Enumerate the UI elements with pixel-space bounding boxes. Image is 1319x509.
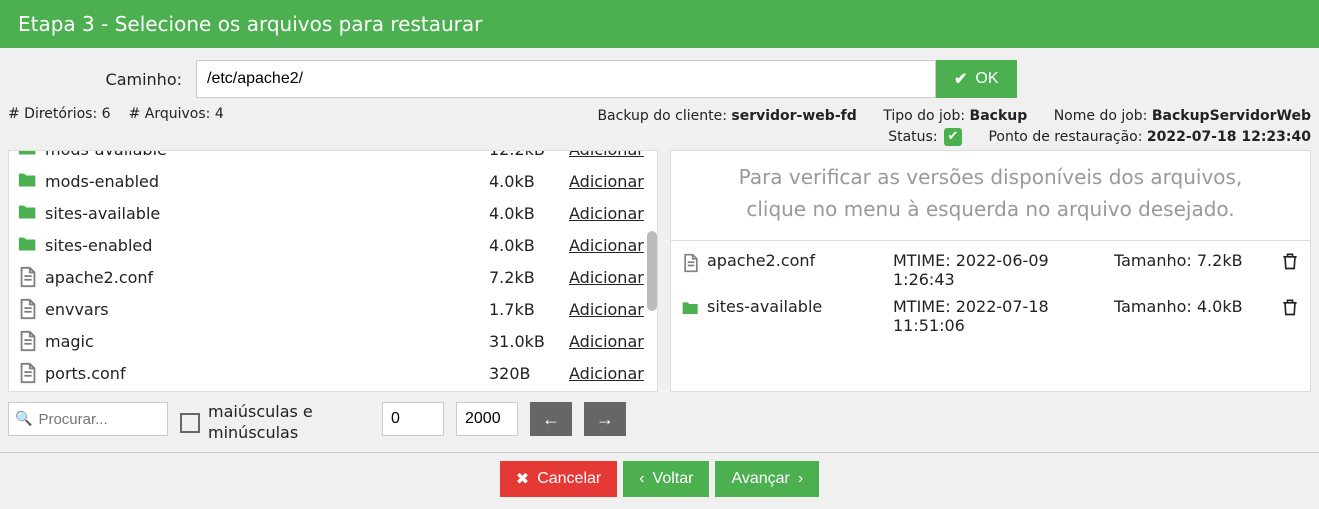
scrollbar[interactable] [647, 231, 657, 311]
case-label: maiúsculas e minúsculas [208, 402, 370, 444]
file-icon [17, 266, 39, 288]
selected-mtime: MTIME: 2022-07-18 11:51:06 [893, 297, 1108, 335]
file-row[interactable]: envvars1.7kBAdicionar [9, 293, 657, 325]
file-size: 4.0kB [489, 236, 569, 255]
pager-bar: 🔍 maiúsculas e minúsculas ← → [0, 392, 1319, 448]
file-browser-panel: mods-available12.2kBAdicionarmods-enable… [8, 150, 658, 392]
selected-mtime: MTIME: 2022-06-09 1:26:43 [893, 251, 1108, 289]
close-icon: ✖ [516, 469, 529, 489]
file-size: 7.2kB [489, 268, 569, 287]
file-size: 1.7kB [489, 300, 569, 319]
file-size: 31.0kB [489, 332, 569, 351]
chevron-left-icon: ‹ [639, 470, 644, 488]
back-button[interactable]: ‹ Voltar [623, 461, 709, 497]
page-prev-button[interactable]: ← [530, 402, 572, 436]
add-link[interactable]: Adicionar [569, 300, 649, 319]
status-ok-icon: ✔ [944, 128, 962, 146]
search-icon: 🔍 [15, 411, 32, 427]
case-sensitive-toggle[interactable]: maiúsculas e minúsculas [180, 402, 370, 444]
search-input[interactable] [36, 410, 161, 429]
selection-panel: Para verificar as versões disponíveis do… [670, 150, 1311, 392]
path-ok-button[interactable]: ✔ OK [936, 60, 1017, 98]
ok-label: OK [975, 70, 998, 88]
selected-size: Tamanho: 4.0kB [1114, 297, 1274, 316]
dir-count: # Diretórios: 6 [8, 106, 111, 122]
toolbar: Caminho: ✔ OK # Diretórios: 6 # Arquivos… [0, 48, 1319, 148]
folder-icon [17, 234, 39, 256]
file-icon [17, 362, 39, 384]
path-input[interactable] [196, 60, 936, 98]
trash-icon[interactable] [1280, 251, 1300, 271]
next-button[interactable]: Avançar › [715, 461, 819, 497]
folder-icon [681, 299, 701, 319]
file-row[interactable]: mods-available12.2kBAdicionar [9, 150, 657, 165]
file-name: sites-available [45, 204, 489, 223]
file-row[interactable]: apache2.conf7.2kBAdicionar [9, 261, 657, 293]
versions-hint: Para verificar as versões disponíveis do… [671, 151, 1310, 240]
file-name: ports.conf [45, 364, 489, 383]
cancel-button[interactable]: ✖ Cancelar [500, 461, 617, 497]
job-meta: Backup do cliente: servidor-web-fd Tipo … [575, 106, 1311, 148]
offset-input[interactable] [382, 402, 444, 436]
search-box[interactable]: 🔍 [8, 402, 168, 436]
checkbox-icon [180, 413, 200, 433]
file-row[interactable]: sites-enabled4.0kBAdicionar [9, 229, 657, 261]
selected-name: sites-available [707, 297, 887, 316]
add-link[interactable]: Adicionar [569, 204, 649, 223]
file-name: sites-enabled [45, 236, 489, 255]
check-icon: ✔ [954, 69, 967, 89]
folder-icon [17, 202, 39, 224]
path-label: Caminho: [8, 70, 188, 89]
folder-icon [17, 150, 39, 160]
selected-name: apache2.conf [707, 251, 887, 270]
file-row[interactable]: magic31.0kBAdicionar [9, 325, 657, 357]
file-count: # Arquivos: 4 [129, 106, 224, 122]
file-list[interactable]: mods-available12.2kBAdicionarmods-enable… [9, 150, 657, 391]
file-row[interactable]: mods-enabled4.0kBAdicionar [9, 165, 657, 197]
file-name: mods-available [45, 150, 489, 159]
add-link[interactable]: Adicionar [569, 236, 649, 255]
file-size: 320B [489, 364, 569, 383]
add-link[interactable]: Adicionar [569, 150, 649, 159]
selected-list: apache2.conf MTIME: 2022-06-09 1:26:43 Tam… [671, 240, 1310, 391]
file-size: 4.0kB [489, 172, 569, 191]
page-next-button[interactable]: → [584, 402, 626, 436]
file-icon [681, 253, 701, 273]
dialog-title: Etapa 3 - Selecione os arquivos para res… [0, 0, 1319, 48]
wizard-footer: ✖ Cancelar ‹ Voltar Avançar › [0, 452, 1319, 505]
file-icon [17, 330, 39, 352]
selected-size: Tamanho: 7.2kB [1114, 251, 1274, 270]
selected-row: apache2.conf MTIME: 2022-06-09 1:26:43 Tam… [671, 247, 1310, 293]
add-link[interactable]: Adicionar [569, 172, 649, 191]
trash-icon[interactable] [1280, 297, 1300, 317]
file-row[interactable]: sites-available4.0kBAdicionar [9, 197, 657, 229]
file-name: magic [45, 332, 489, 351]
file-size: 4.0kB [489, 204, 569, 223]
add-link[interactable]: Adicionar [569, 332, 649, 351]
folder-icon [17, 170, 39, 192]
file-name: mods-enabled [45, 172, 489, 191]
file-name: apache2.conf [45, 268, 489, 287]
limit-input[interactable] [456, 402, 518, 436]
file-size: 12.2kB [489, 150, 569, 159]
selected-row: sites-available MTIME: 2022-07-18 11:51:0… [671, 293, 1310, 339]
file-row[interactable]: ports.conf320BAdicionar [9, 357, 657, 389]
file-icon [17, 298, 39, 320]
file-name: envvars [45, 300, 489, 319]
chevron-right-icon: › [798, 470, 803, 488]
add-link[interactable]: Adicionar [569, 364, 649, 383]
add-link[interactable]: Adicionar [569, 268, 649, 287]
